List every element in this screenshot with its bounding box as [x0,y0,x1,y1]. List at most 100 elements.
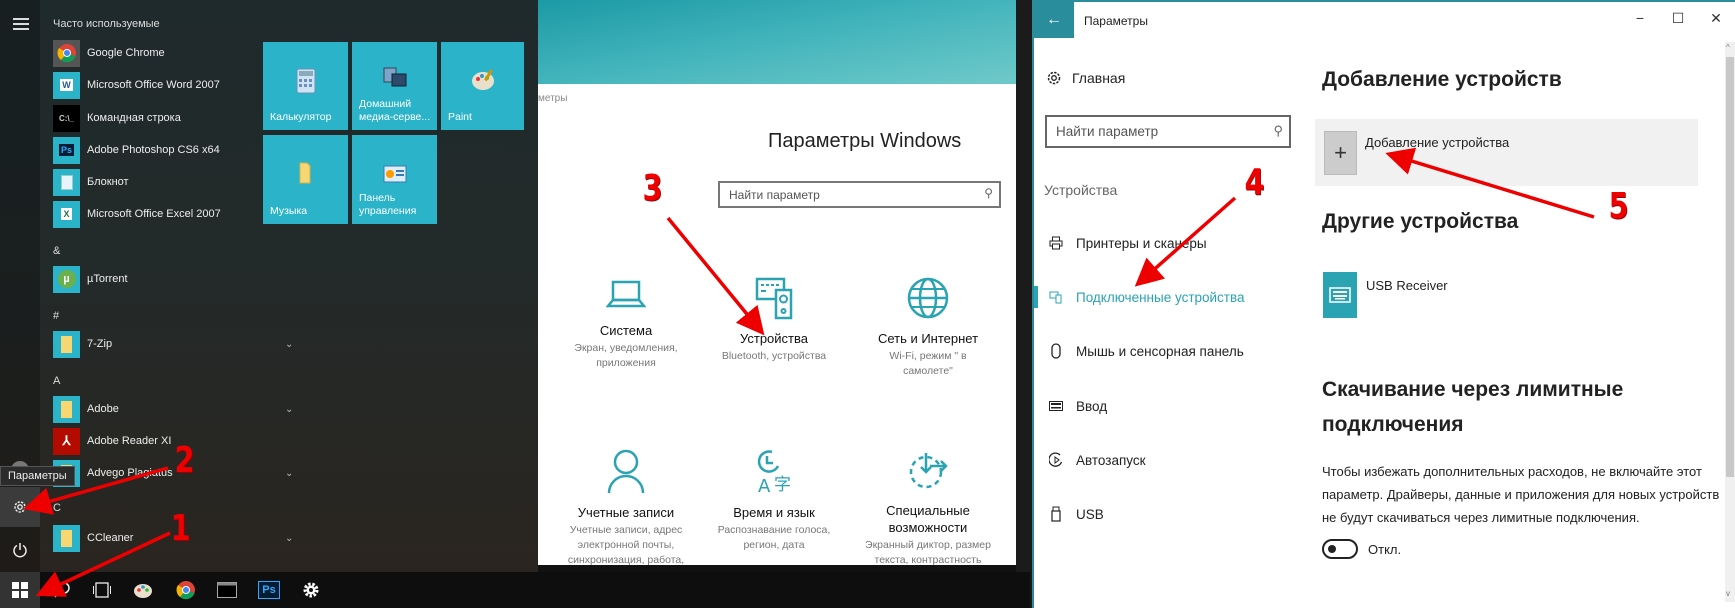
nav-typing[interactable]: Ввод [1034,391,1294,421]
gear-icon [14,501,26,513]
find-setting-input[interactable]: Найти параметр ⚲ [1045,115,1291,148]
window-title: Параметры [1084,14,1148,28]
home-nav[interactable]: Главная [1046,70,1125,86]
start-button[interactable] [0,572,40,608]
gear-icon [1047,71,1061,85]
app-word[interactable]: W Microsoft Office Word 2007 [53,70,248,100]
taskbar-chrome[interactable] [166,572,206,608]
app-label: Microsoft Office Word 2007 [87,79,220,91]
settings-button[interactable] [0,487,40,527]
power-button[interactable] [0,530,40,570]
category-time-language[interactable]: A字 Время и язык Распознавание голоса, ре… [694,448,854,553]
arrow-left-icon: ← [1046,11,1062,28]
category-subtitle: Экран, уведомления, приложения [574,342,678,369]
back-button[interactable]: ← [1034,2,1074,38]
category-ease-of-access[interactable]: Специальные возможности Экранный диктор,… [848,448,1008,568]
taskbar-settings[interactable] [291,572,331,608]
tile-calculator[interactable]: Калькулятор [263,42,348,130]
nav-label: USB [1076,506,1104,522]
printer-icon [1046,236,1066,250]
device-usb-receiver[interactable]: USB Receiver [1323,272,1448,318]
settings-search-input[interactable]: Найти параметр ⚲ [718,181,1001,208]
category-subtitle: Учетные записи, адрес электронной почты,… [567,524,685,566]
hamburger-menu-icon[interactable] [13,18,29,30]
chevron-down-icon[interactable]: ⌄ [285,468,293,479]
group-letter[interactable]: # [53,310,59,322]
scrollbar-thumb[interactable] [1726,57,1734,477]
power-icon [13,543,27,558]
group-letter[interactable]: C [53,502,61,514]
toggle-switch[interactable] [1322,539,1358,559]
scroll-up-icon[interactable]: ^ [1726,43,1730,52]
add-devices-heading: Добавление устройств [1322,68,1562,91]
category-title: Учетные записи [577,505,675,520]
tile-label: Домашний медиа-серве... [359,98,431,123]
category-title: Система [599,323,653,338]
chevron-down-icon[interactable]: ⌄ [285,339,293,350]
app-label: Advego Plagiatus [87,467,173,479]
group-letter[interactable]: A [53,375,60,387]
nav-connected-devices[interactable]: Подключенные устройства [1034,282,1294,312]
group-letter[interactable]: & [53,245,60,257]
app-label: CCleaner [87,532,134,544]
category-title: Специальные возможности [886,503,970,535]
app-cmd[interactable]: C:\_ Командная строка [53,103,248,133]
app-utorrent[interactable]: µ µTorrent [53,264,248,294]
tile-control-panel[interactable]: Панель управления [352,135,437,224]
annotation-number: 4 [1244,162,1265,203]
app-7zip[interactable]: 7-Zip ⌄ [53,329,293,359]
nav-label: Автозапуск [1076,452,1146,468]
app-label: Блокнот [87,176,129,188]
tile-label: Калькулятор [270,111,332,123]
taskbar-photoshop[interactable]: Ps [249,572,289,608]
minimize-button[interactable]: − [1625,10,1655,30]
time-language-icon: A字 [757,450,791,494]
app-ccleaner[interactable]: CCleaner ⌄ [53,523,293,553]
category-title: Устройства [739,331,808,346]
tile-music[interactable]: Музыка [263,135,348,224]
app-excel[interactable]: X Microsoft Office Excel 2007 [53,199,248,229]
utorrent-icon: µ [53,265,80,293]
add-device-button[interactable]: + Добавление устройства [1315,119,1698,186]
tile-paint[interactable]: Paint [441,42,524,130]
notepad-icon [53,168,80,196]
category-devices[interactable]: Устройства Bluetooth, устройства [694,276,854,364]
category-system[interactable]: Система Экран, уведомления, приложения [546,276,706,371]
app-adobe[interactable]: Adobe ⌄ [53,394,293,424]
taskbar-paint[interactable] [123,572,163,608]
maximize-button[interactable]: ☐ [1663,10,1693,30]
tile-label: Музыка [270,205,308,217]
app-advego[interactable]: Advego Plagiatus ⌄ [53,458,293,488]
section-frequent: Часто используемые [53,18,160,30]
nav-mouse[interactable]: Мышь и сенсорная панель [1034,336,1294,366]
task-view-button[interactable] [82,572,122,608]
category-subtitle: Экранный диктор, размер текста, контраст… [865,539,991,566]
app-adobe-reader[interactable]: ⅄ Adobe Reader XI [53,426,248,456]
category-title: Время и язык [733,505,815,520]
globe-icon [907,277,949,319]
chevron-down-icon[interactable]: ⌄ [285,533,293,544]
app-photoshop[interactable]: Ps Adobe Photoshop CS6 x64 [53,135,248,165]
metered-toggle[interactable]: Откл. [1322,539,1401,559]
category-accounts[interactable]: Учетные записи Учетные записи, адрес эле… [546,448,706,568]
svg-text:字: 字 [774,475,791,494]
vertical-scrollbar[interactable]: ^ v [1725,42,1735,602]
nav-autoplay[interactable]: Автозапуск [1034,445,1294,475]
scroll-down-icon[interactable]: v [1726,589,1730,598]
app-notepad[interactable]: Блокнот [53,167,248,197]
nav-label: Принтеры и сканеры [1076,235,1207,251]
app-google-chrome[interactable]: Google Chrome [53,38,248,68]
nav-usb[interactable]: USB [1034,499,1294,529]
nav-printers[interactable]: Принтеры и сканеры [1034,228,1294,258]
taskbar-cmd[interactable] [207,572,247,608]
taskbar: Ps [0,572,1030,608]
annotation-number: 2 [174,440,195,481]
search-button[interactable] [42,572,82,608]
chevron-down-icon[interactable]: ⌄ [285,404,293,415]
app-label: 7-Zip [87,338,113,350]
tile-media-server[interactable]: Домашний медиа-серве... [352,42,437,130]
nav-section-title: Устройства [1044,182,1118,198]
category-network[interactable]: Сеть и Интернет Wi-Fi, режим " в самолет… [848,276,1008,379]
app-label: Microsoft Office Excel 2007 [87,208,221,220]
close-button[interactable]: ✕ [1701,10,1731,30]
